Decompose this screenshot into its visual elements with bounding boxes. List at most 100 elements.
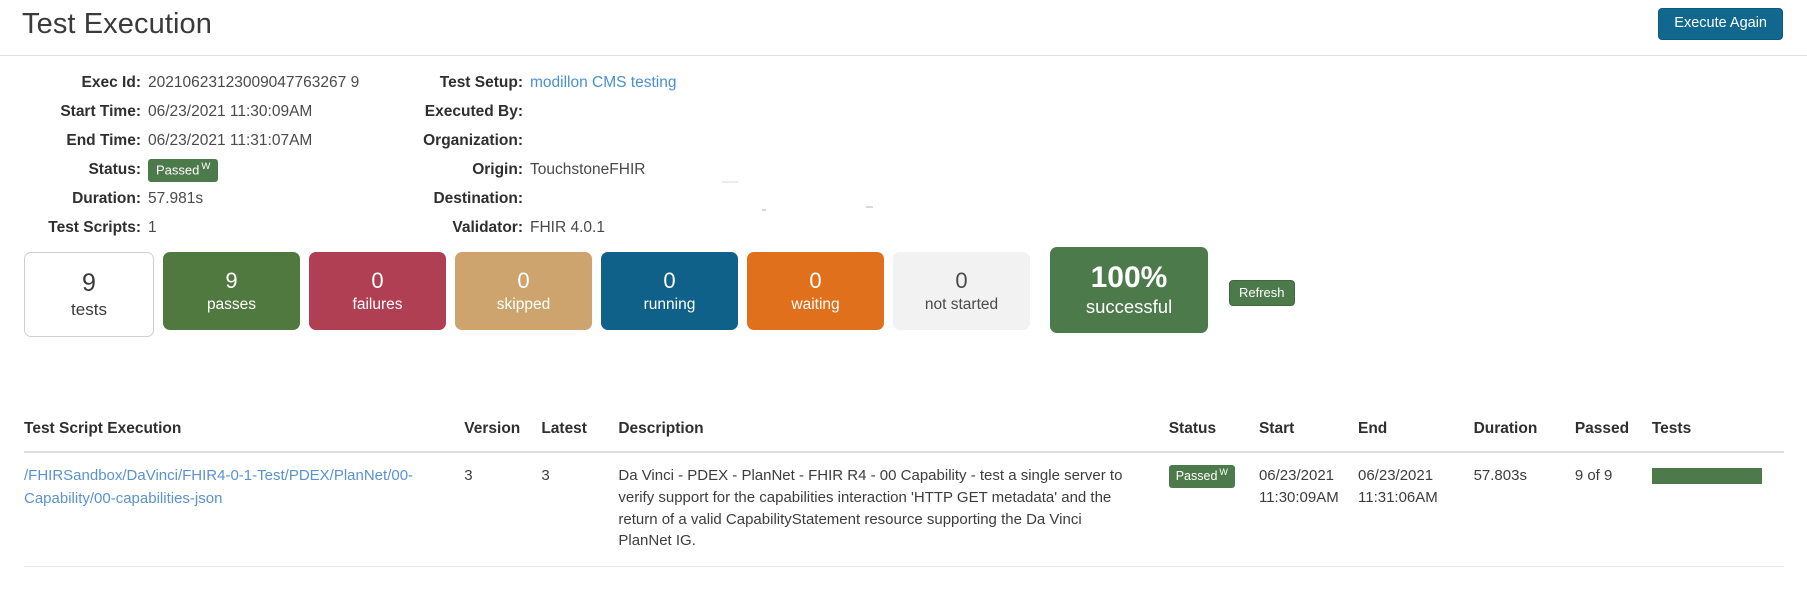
table-header: Test Script Execution Version Latest Des…: [24, 420, 1784, 453]
cell-duration: 57.803s: [1473, 452, 1575, 567]
stat-count-passes: 9: [225, 268, 238, 294]
summary-stat-cards: 9 tests 9 passes 0 failures 0 skipped 0 …: [24, 247, 1295, 337]
meta-value-exec-id: 20210623123009047763267 9: [148, 74, 360, 91]
meta-value-start-time: 06/23/2021 11:30:09AM: [148, 103, 313, 120]
success-rate-percent: 100%: [1090, 260, 1168, 294]
stat-count-running: 0: [663, 268, 676, 294]
cell-passed: 9 of 9: [1574, 452, 1652, 567]
stat-card-failures[interactable]: 0 failures: [309, 252, 446, 330]
meta-value-test-setup-link[interactable]: modillon CMS testing: [530, 68, 676, 97]
column-header-description[interactable]: Description: [618, 420, 1169, 453]
start-date: 06/23/2021: [1258, 467, 1335, 484]
column-header-status[interactable]: Status: [1168, 420, 1259, 453]
meta-row-validator: Validator: FHIR 4.0.1: [420, 213, 940, 242]
table-body: /FHIRSandbox/DaVinci/FHIR4-0-1-Test/PDEX…: [24, 452, 1784, 567]
column-header-test-script-execution[interactable]: Test Script Execution: [24, 420, 465, 453]
stat-count-waiting: 0: [809, 268, 822, 294]
cell-latest: 3: [541, 452, 619, 567]
meta-label-origin: Origin:: [472, 161, 523, 178]
stat-label-failures: failures: [352, 295, 403, 313]
table-row: /FHIRSandbox/DaVinci/FHIR4-0-1-Test/PDEX…: [24, 452, 1784, 567]
stat-label-waiting: waiting: [791, 295, 840, 313]
column-header-start[interactable]: Start: [1258, 420, 1358, 453]
table-header-row: Test Script Execution Version Latest Des…: [24, 420, 1784, 453]
execution-metadata: Exec Id: 20210623123009047763267 9 Start…: [0, 56, 1807, 236]
meta-label-executed-by: Executed By:: [424, 103, 523, 120]
refresh-button[interactable]: Refresh: [1229, 280, 1295, 306]
meta-label-destination: Destination:: [433, 190, 523, 207]
metadata-column-right: Test Setup: modillon CMS testing Execute…: [420, 68, 940, 242]
metadata-column-left: Exec Id: 20210623123009047763267 9 Start…: [0, 68, 420, 242]
cell-version: 3: [464, 452, 542, 567]
stat-count-failures: 0: [371, 268, 384, 294]
stat-card-tests[interactable]: 9 tests: [24, 252, 154, 337]
column-header-tests[interactable]: Tests: [1651, 420, 1784, 453]
column-header-latest[interactable]: Latest: [541, 420, 619, 453]
start-time: 11:30:09AM: [1258, 488, 1339, 506]
meta-label-start-time: Start Time:: [60, 103, 141, 120]
meta-value-origin: TouchstoneFHIR: [530, 161, 646, 178]
meta-label-test-setup: Test Setup:: [439, 74, 523, 91]
meta-label-exec-id: Exec Id:: [81, 74, 141, 91]
meta-row-destination: Destination:: [420, 184, 940, 213]
cell-tests: [1651, 452, 1784, 567]
cell-test-script-execution: /FHIRSandbox/DaVinci/FHIR4-0-1-Test/PDEX…: [24, 452, 465, 567]
cell-end: 06/23/2021 11:31:06AM: [1358, 452, 1474, 567]
end-time: 11:31:06AM: [1358, 488, 1438, 506]
meta-label-end-time: End Time:: [66, 132, 141, 149]
meta-label-status: Status:: [88, 161, 141, 178]
cell-description: Da Vinci - PDEX - PlanNet - FHIR R4 - 00…: [618, 452, 1169, 567]
stat-card-passes[interactable]: 9 passes: [163, 252, 300, 330]
stat-card-not-started[interactable]: 0 not started: [893, 252, 1030, 330]
tests-progress-bar: [1651, 468, 1762, 484]
meta-row-start-time: Start Time: 06/23/2021 11:30:09AM: [0, 97, 420, 126]
meta-value-test-scripts: 1: [148, 219, 157, 236]
meta-label-test-scripts: Test Scripts:: [48, 219, 141, 236]
column-header-passed[interactable]: Passed: [1574, 420, 1652, 453]
test-script-execution-table: Test Script Execution Version Latest Des…: [24, 420, 1784, 567]
execute-again-button[interactable]: Execute Again: [1658, 8, 1783, 40]
success-rate-card[interactable]: 100% successful: [1050, 247, 1208, 333]
render-artifact: [866, 206, 873, 208]
meta-row-test-scripts: Test Scripts: 1: [0, 213, 420, 242]
meta-value-end-time: 06/23/2021 11:31:07AM: [148, 132, 313, 149]
meta-value-duration: 57.981s: [148, 190, 204, 207]
meta-row-test-setup: Test Setup: modillon CMS testing: [420, 68, 940, 97]
meta-row-status: Status: Passed W: [0, 155, 420, 184]
stat-label-passes: passes: [206, 295, 257, 313]
test-script-link[interactable]: /FHIRSandbox/DaVinci/FHIR4-0-1-Test/PDEX…: [24, 467, 413, 507]
meta-label-duration: Duration:: [72, 190, 141, 207]
render-artifact: [762, 209, 766, 211]
stat-count-tests: 9: [82, 268, 96, 297]
stat-count-skipped: 0: [517, 268, 530, 294]
page-header: Test Execution Execute Again: [0, 0, 1807, 56]
column-header-end[interactable]: End: [1358, 420, 1474, 453]
column-header-version[interactable]: Version: [464, 420, 542, 453]
meta-row-executed-by: Executed By:: [420, 97, 940, 126]
meta-row-duration: Duration: 57.981s: [0, 184, 420, 213]
stat-count-not-started: 0: [955, 268, 968, 294]
success-rate-label: successful: [1085, 296, 1173, 318]
meta-row-origin: Origin: TouchstoneFHIR: [420, 155, 940, 184]
status-badge-text: Passed: [156, 162, 200, 178]
status-badge[interactable]: Passed W: [148, 159, 219, 182]
stat-card-running[interactable]: 0 running: [601, 252, 738, 330]
meta-row-organization: Organization:: [420, 126, 940, 155]
row-status-badge-text: Passed: [1175, 469, 1218, 484]
meta-value-validator: FHIR 4.0.1: [530, 219, 605, 236]
row-status-badge[interactable]: Passed W: [1168, 465, 1235, 488]
status-badge-superscript: W: [201, 161, 211, 172]
row-status-badge-superscript: W: [1219, 467, 1228, 477]
meta-label-organization: Organization:: [423, 132, 523, 149]
stat-label-not-started: not started: [924, 295, 999, 313]
render-artifact: [722, 181, 738, 183]
stat-label-tests: tests: [71, 300, 107, 320]
meta-row-exec-id: Exec Id: 20210623123009047763267 9: [0, 68, 420, 97]
stat-card-skipped[interactable]: 0 skipped: [455, 252, 592, 330]
column-header-duration[interactable]: Duration: [1473, 420, 1575, 453]
stat-card-waiting[interactable]: 0 waiting: [747, 252, 884, 330]
meta-row-end-time: End Time: 06/23/2021 11:31:07AM: [0, 126, 420, 155]
page-title: Test Execution: [22, 8, 212, 40]
cell-status: Passed W: [1168, 452, 1259, 567]
stat-label-running: running: [643, 295, 696, 313]
